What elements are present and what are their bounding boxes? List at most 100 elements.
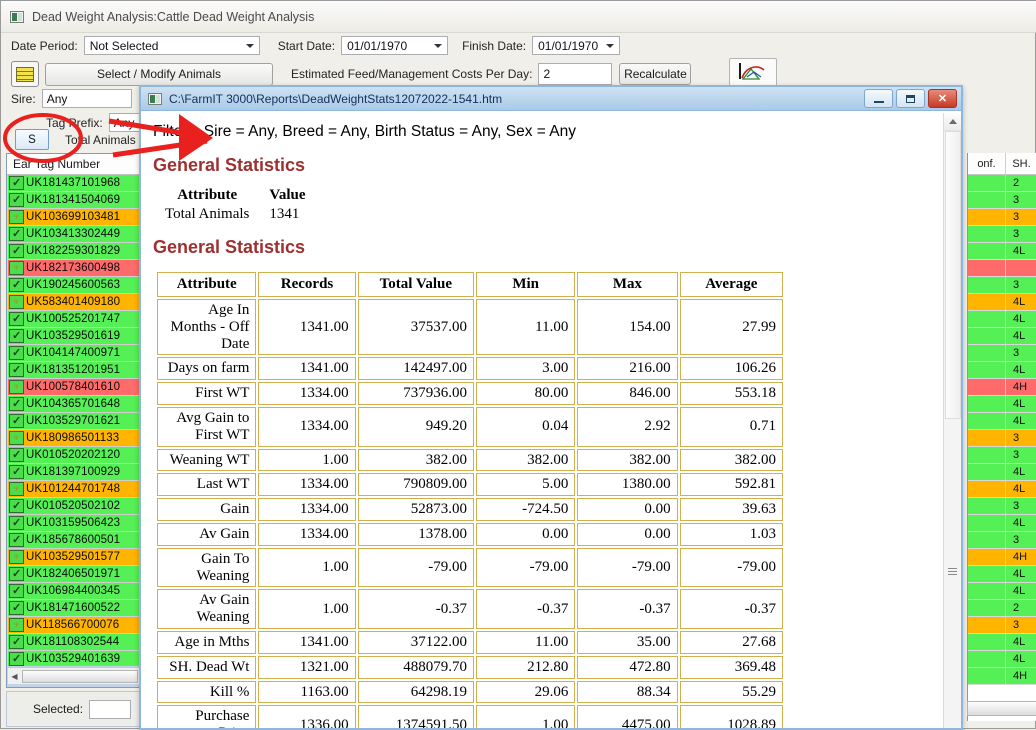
ear-tag-number: UK118566700076 bbox=[26, 619, 120, 631]
list-item[interactable]: ✓ UK104147400971 bbox=[8, 345, 139, 362]
grid-icon-button[interactable] bbox=[11, 61, 39, 87]
feed-cost-label: Estimated Feed/Management Costs Per Day: bbox=[291, 67, 533, 81]
list-item[interactable]: ✓ UK182406501971 bbox=[8, 566, 139, 583]
table-row[interactable]: 4H bbox=[968, 668, 1036, 685]
table-row[interactable]: 3 bbox=[968, 617, 1036, 634]
list-item[interactable]: ♆ UK101244701748 bbox=[8, 481, 139, 498]
list-item[interactable]: ♆ UK583401409180 bbox=[8, 294, 139, 311]
list-item[interactable]: ✓ UK010520502102 bbox=[8, 498, 139, 515]
table-row[interactable]: 4L bbox=[968, 583, 1036, 600]
table-row[interactable]: 3 bbox=[968, 192, 1036, 209]
close-button[interactable]: ✕ bbox=[928, 89, 957, 108]
maximize-button[interactable] bbox=[896, 89, 925, 108]
table-row[interactable]: 4L bbox=[968, 396, 1036, 413]
table-row[interactable]: 3 bbox=[968, 277, 1036, 294]
cell-attribute: Weaning WT bbox=[157, 448, 257, 472]
table-row[interactable]: 3 bbox=[968, 447, 1036, 464]
cell-conf bbox=[968, 447, 1006, 463]
cell-average: 382.00 bbox=[679, 448, 783, 472]
table-row[interactable]: 4L bbox=[968, 651, 1036, 668]
minimize-button[interactable] bbox=[864, 89, 893, 108]
table-row[interactable]: 4L bbox=[968, 311, 1036, 328]
report-titlebar[interactable]: C:\FarmIT 3000\Reports\DeadWeightStats12… bbox=[139, 85, 963, 111]
report-vertical-scrollbar[interactable] bbox=[943, 113, 961, 728]
list-item[interactable]: ✓ UK190245600563 bbox=[8, 277, 139, 294]
list-item[interactable]: ✓ UK181351201951 bbox=[8, 362, 139, 379]
ear-tag-number: UK106984400345 bbox=[26, 585, 121, 597]
cell-max: 2.92 bbox=[577, 406, 678, 447]
table-row[interactable]: 3 bbox=[968, 209, 1036, 226]
cell-average: -0.37 bbox=[679, 589, 783, 629]
start-date-select[interactable]: 01/01/1970 bbox=[341, 36, 449, 55]
table-row[interactable]: 4L bbox=[968, 481, 1036, 498]
select-modify-animals-button[interactable]: Select / Modify Animals bbox=[45, 62, 273, 86]
table-row[interactable]: 3 bbox=[968, 226, 1036, 243]
table-row[interactable]: 4L bbox=[968, 328, 1036, 345]
table-row[interactable]: 4H bbox=[968, 549, 1036, 566]
list-item[interactable]: ✓ UK103529501619 bbox=[8, 328, 139, 345]
table-row[interactable]: 4L bbox=[968, 243, 1036, 260]
cell-sh: 3 bbox=[1013, 194, 1020, 206]
ear-tag-list[interactable]: ✓ UK181437101968 ✓ UK181341504069 ♆ UK1036991… bbox=[8, 175, 139, 666]
list-item[interactable]: ✓ UK010520202120 bbox=[8, 447, 139, 464]
cell-min: 0.04 bbox=[476, 406, 576, 447]
list-item[interactable]: ✓ UK181437101968 bbox=[8, 175, 139, 192]
date-period-select[interactable]: Not Selected bbox=[83, 36, 260, 55]
cell-records: 1334.00 bbox=[258, 473, 356, 497]
list-item[interactable]: ✓ UK106984400345 bbox=[8, 583, 139, 600]
scroll-left-icon[interactable]: ◀ bbox=[8, 669, 21, 683]
feed-cost-input[interactable]: 2 bbox=[538, 63, 613, 85]
table-row[interactable]: 4L bbox=[968, 362, 1036, 379]
scrollbar-thumb[interactable] bbox=[22, 669, 138, 683]
list-item[interactable]: ♆ UK103699103481 bbox=[8, 209, 139, 226]
list-item[interactable]: ✓ UK182259301829 bbox=[8, 243, 139, 260]
table-row[interactable]: 4L bbox=[968, 464, 1036, 481]
list-item[interactable]: ♆ UK103529501577 bbox=[8, 549, 139, 566]
scroll-up-button[interactable] bbox=[944, 113, 961, 131]
list-item[interactable]: ✓ UK181108302544 bbox=[8, 634, 139, 651]
cell-records: 1341.00 bbox=[258, 357, 356, 381]
table-row[interactable]: 4L bbox=[968, 413, 1036, 430]
cell-sh: 4L bbox=[1013, 415, 1026, 427]
table-row: Av Gain 1334.00 1378.00 0.00 0.00 1.03 bbox=[157, 522, 783, 546]
list-item[interactable]: ♆ UK182173600498 bbox=[8, 260, 139, 277]
table-row[interactable]: 4L bbox=[968, 515, 1036, 532]
animal-data-grid[interactable]: onf. SH. 2 3 3 3 4L 3 4L 4L 4L 3 4L 4H 4L 4L 3 3 4L 4L 3 4L… bbox=[967, 153, 1036, 721]
table-row[interactable]: 3 bbox=[968, 498, 1036, 515]
table-header-row: Attribute Value bbox=[155, 187, 316, 206]
check-icon: ✓ bbox=[9, 346, 24, 360]
table-row[interactable]: 4H bbox=[968, 379, 1036, 396]
list-item[interactable]: ✓ UK103529401639 bbox=[8, 651, 139, 666]
list-item[interactable]: ♆ UK100578401610 bbox=[8, 379, 139, 396]
icon-glyph: ✓ bbox=[12, 653, 22, 665]
list-item[interactable]: ✓ UK181397100929 bbox=[8, 464, 139, 481]
selected-count-field[interactable] bbox=[89, 699, 132, 719]
list-item[interactable]: ✓ UK181471600522 bbox=[8, 600, 139, 617]
table-row[interactable]: 2 bbox=[968, 175, 1036, 192]
list-item[interactable]: ✓ UK104365701648 bbox=[8, 396, 139, 413]
data-grid-horizontal-scrollbar[interactable] bbox=[967, 701, 1036, 716]
table-row[interactable]: 4L bbox=[968, 566, 1036, 583]
list-item[interactable]: ✓ UK103413302449 bbox=[8, 226, 139, 243]
list-item[interactable]: ✓ UK185678600501 bbox=[8, 532, 139, 549]
table-row[interactable]: 3 bbox=[968, 532, 1036, 549]
scrollbar-thumb[interactable] bbox=[945, 131, 961, 419]
table-row[interactable]: 3 bbox=[968, 345, 1036, 362]
list-item[interactable]: ♆ UK180986501133 bbox=[8, 430, 139, 447]
table-row[interactable]: 4L bbox=[968, 634, 1036, 651]
table-row[interactable] bbox=[968, 260, 1036, 277]
table-row[interactable]: 4L bbox=[968, 294, 1036, 311]
list-item[interactable]: ✓ UK103529701621 bbox=[8, 413, 139, 430]
finish-date-select[interactable]: 01/01/1970 bbox=[532, 36, 621, 55]
s-button[interactable]: S bbox=[15, 129, 49, 150]
list-item[interactable]: ✓ UK181341504069 bbox=[8, 192, 139, 209]
cell-conf bbox=[968, 651, 1006, 667]
recalculate-button[interactable]: Recalculate bbox=[619, 63, 692, 85]
list-item[interactable]: ♆ UK118566700076 bbox=[8, 617, 139, 634]
list-item[interactable]: ✓ UK103159506423 bbox=[8, 515, 139, 532]
table-row[interactable]: 3 bbox=[968, 430, 1036, 447]
sire-input[interactable]: Any bbox=[41, 89, 132, 108]
ear-tag-list-horizontal-scrollbar[interactable]: ◀ bbox=[8, 667, 139, 684]
table-row[interactable]: 2 bbox=[968, 600, 1036, 617]
list-item[interactable]: ✓ UK100525201747 bbox=[8, 311, 139, 328]
